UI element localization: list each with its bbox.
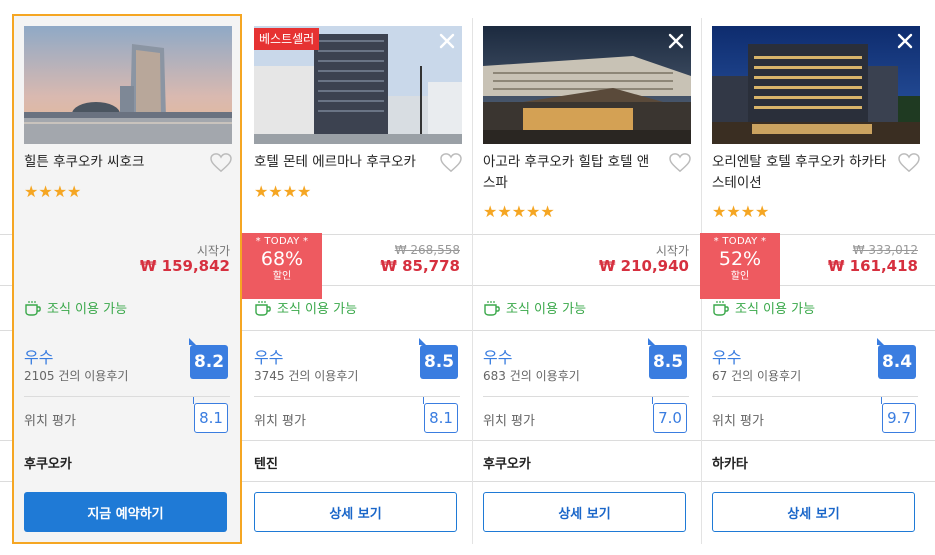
coffee-cup-icon: [484, 300, 500, 316]
star-rating: ★★★★: [24, 182, 82, 201]
review-count[interactable]: 67 건의 이용후기: [712, 367, 801, 384]
hotel-photo[interactable]: [24, 26, 232, 144]
today-deal-badge: * TODAY * 52% 할인: [700, 233, 780, 299]
location-score-badge: 9.7: [881, 397, 916, 433]
location-rating-label: 위치 평가: [24, 414, 76, 429]
hotel-name[interactable]: 아고라 후쿠오카 힐탑 호텔 앤 스파: [483, 152, 663, 194]
hotel-photo[interactable]: [483, 26, 691, 144]
hotel-name[interactable]: 호텔 몬테 에르마나 후쿠오카: [254, 152, 434, 173]
hotel-name[interactable]: 오리엔탈 호텔 후쿠오카 하카타 스테이션: [712, 152, 892, 194]
hotel-card-3[interactable]: 아고라 후쿠오카 힐탑 호텔 앤 스파 ★★★★★ 시작가 ₩ 210,940 …: [471, 14, 701, 544]
original-price: ₩ 333,012: [852, 243, 918, 257]
hotel-name[interactable]: 힐튼 후쿠오카 씨호크: [24, 152, 204, 173]
location-score-badge: 7.0: [652, 397, 687, 433]
review-count[interactable]: 3745 건의 이용후기: [254, 367, 358, 384]
hotel-card-1[interactable]: 힐튼 후쿠오카 씨호크 ★★★★ 시작가 ₩ 159,842 조식 이용 가능 …: [12, 14, 242, 544]
view-details-button[interactable]: 상세 보기: [712, 492, 915, 532]
breakfast-label: 조식 이용 가능: [506, 302, 587, 317]
view-details-button[interactable]: 상세 보기: [483, 492, 686, 532]
close-icon[interactable]: [665, 30, 687, 52]
hotel-city: 텐진: [254, 457, 278, 472]
review-score-badge: 8.5: [419, 338, 458, 379]
price[interactable]: ₩ 85,778: [380, 257, 460, 275]
breakfast-info: 조식 이용 가능: [712, 298, 815, 317]
price[interactable]: ₩ 210,940: [599, 257, 689, 275]
coffee-cup-icon: [255, 300, 271, 316]
breakfast-info: 조식 이용 가능: [254, 298, 357, 317]
hotel-comparison: 힐튼 후쿠오카 씨호크 ★★★★ 시작가 ₩ 159,842 조식 이용 가능 …: [0, 0, 935, 555]
discount-unit: 할인: [272, 271, 292, 282]
breakfast-label: 조식 이용 가능: [47, 302, 128, 317]
price[interactable]: ₩ 159,842: [140, 257, 230, 275]
discount-percent: 68%: [260, 248, 304, 270]
breakfast-info: 조식 이용 가능: [24, 298, 127, 317]
hotel-city: 후쿠오카: [483, 457, 531, 472]
review-score-badge: 8.4: [877, 338, 916, 379]
hotel-card-4[interactable]: 오리엔탈 호텔 후쿠오카 하카타 스테이션 ★★★★ * TODAY * 52%…: [700, 14, 930, 544]
close-icon[interactable]: [436, 30, 458, 52]
view-details-button[interactable]: 상세 보기: [254, 492, 457, 532]
location-score-badge: 8.1: [193, 397, 228, 433]
review-score-badge: 8.5: [648, 338, 687, 379]
rating-word: 우수: [254, 348, 284, 367]
hotel-photo[interactable]: 베스트셀러: [254, 26, 462, 144]
today-deal-badge: * TODAY * 68% 할인: [242, 233, 322, 299]
location-rating-label: 위치 평가: [254, 414, 306, 429]
breakfast-info: 조식 이용 가능: [483, 298, 586, 317]
star-rating: ★★★★: [254, 182, 312, 201]
hotel-photo[interactable]: [712, 26, 920, 144]
discount-unit: 할인: [730, 271, 750, 282]
book-now-button[interactable]: 지금 예약하기: [24, 492, 227, 532]
rating-word: 우수: [483, 348, 513, 367]
price[interactable]: ₩ 161,418: [828, 257, 918, 275]
hotel-city: 후쿠오카: [24, 457, 72, 472]
today-label: * TODAY *: [255, 236, 309, 247]
rating-word: 우수: [24, 348, 54, 367]
location-score-badge: 8.1: [423, 397, 458, 433]
close-icon[interactable]: [894, 30, 916, 52]
hotel-city: 하카타: [712, 457, 748, 472]
location-rating-label: 위치 평가: [712, 414, 764, 429]
hotel-card-2[interactable]: 베스트셀러 호텔 몬테 에르마나 후쿠오카 ★★★★ * TODAY * 68%…: [242, 14, 472, 544]
coffee-cup-icon: [713, 300, 729, 316]
rating-word: 우수: [712, 348, 742, 367]
heart-icon[interactable]: [440, 153, 462, 173]
review-count[interactable]: 683 건의 이용후기: [483, 367, 580, 384]
bestseller-badge: 베스트셀러: [254, 28, 320, 50]
discount-percent: 52%: [718, 248, 762, 270]
review-count[interactable]: 2105 건의 이용후기: [24, 367, 128, 384]
location-rating-label: 위치 평가: [483, 414, 535, 429]
breakfast-label: 조식 이용 가능: [277, 302, 358, 317]
heart-icon[interactable]: [898, 153, 920, 173]
breakfast-label: 조식 이용 가능: [735, 302, 816, 317]
star-rating: ★★★★: [712, 202, 770, 221]
coffee-cup-icon: [25, 300, 41, 316]
heart-icon[interactable]: [210, 153, 232, 173]
review-score-badge: 8.2: [189, 338, 228, 379]
original-price: ₩ 268,558: [394, 243, 460, 257]
star-rating: ★★★★★: [483, 202, 555, 221]
today-label: * TODAY *: [713, 236, 767, 247]
heart-icon[interactable]: [669, 153, 691, 173]
